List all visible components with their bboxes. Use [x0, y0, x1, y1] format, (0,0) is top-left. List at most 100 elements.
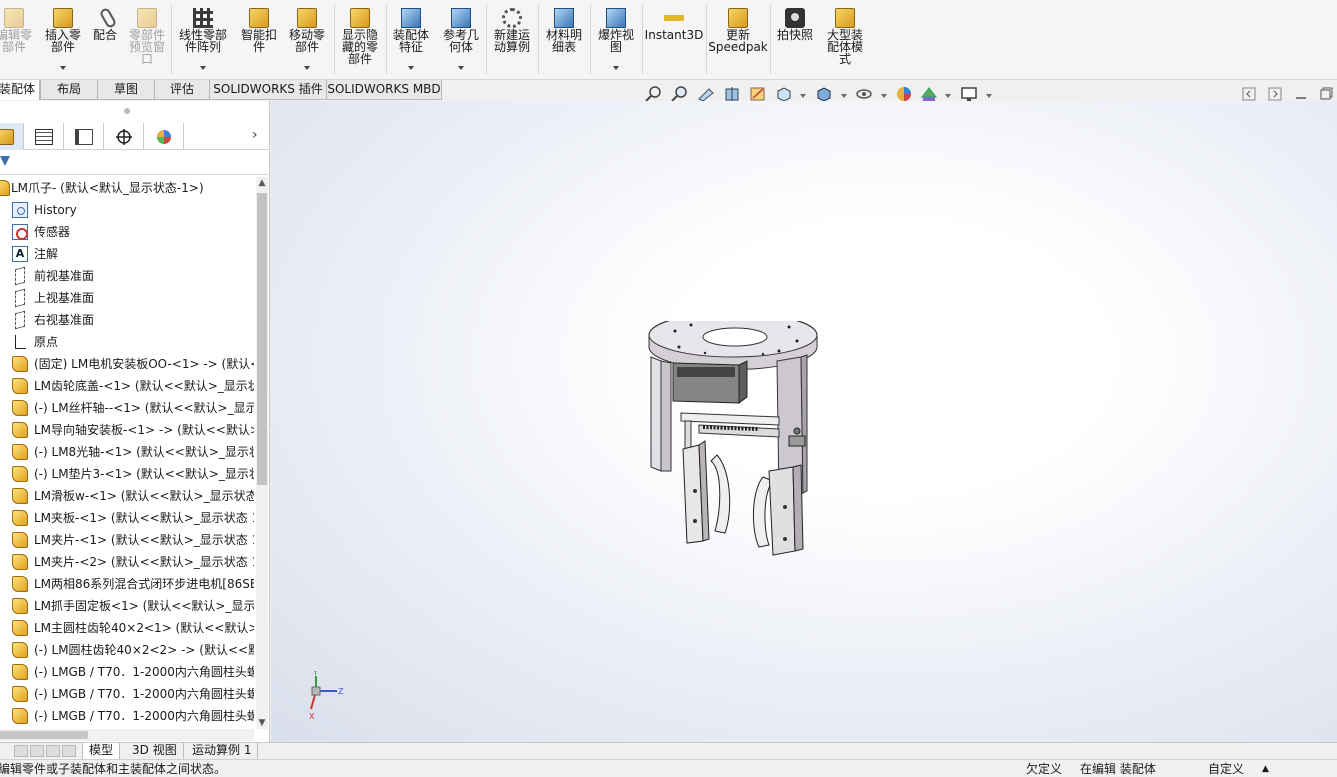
tree-item-top-plane[interactable]: 上视基准面: [0, 287, 254, 309]
take-snapshot-icon: [785, 8, 805, 28]
tree-item-component[interactable]: (-) LMGB / T70．1-2000内六角圆柱头螺: [0, 683, 254, 705]
tree-vertical-scrollbar[interactable]: ▲ ▼: [256, 177, 268, 729]
filter-icon[interactable]: [0, 156, 10, 166]
new-motion-study-button[interactable]: 新建运 动算例: [488, 2, 536, 76]
exploded-view-button[interactable]: 爆炸视 图: [592, 2, 640, 76]
first-tab-icon[interactable]: [14, 745, 28, 757]
component-preview-button[interactable]: 零部件 预览窗 口: [124, 2, 170, 76]
filter-bar[interactable]: [0, 151, 268, 175]
tree-item-component[interactable]: (-) LM8光轴-<1> (默认<<默认>_显示状: [0, 441, 254, 463]
tree-item-component[interactable]: LM主圆柱齿轮40×2<1> (默认<<默认>_: [0, 617, 254, 639]
tree-item-component[interactable]: (-) LM圆柱齿轮40×2<2> -> (默认<<默i: [0, 639, 254, 661]
scroll-down-icon[interactable]: ▼: [257, 718, 267, 728]
tree-item-component[interactable]: (-) LMGB / T70．1-2000内六角圆柱头螺: [0, 705, 254, 727]
tree-item-component[interactable]: LM夹片-<2> (默认<<默认>_显示状态 1: [0, 551, 254, 573]
chevron-down-icon[interactable]: [408, 66, 414, 70]
tree-item-component[interactable]: LM两相86系列混合式闭环步进电机[86SB: [0, 573, 254, 595]
tree-item-right-plane[interactable]: 右视基准面: [0, 309, 254, 331]
move-component-button[interactable]: 移动零 部件: [284, 2, 330, 76]
part-icon: [12, 554, 28, 570]
insert-component-button[interactable]: 插入零 部件: [40, 2, 86, 76]
tab-featuremanager[interactable]: [0, 123, 24, 150]
tab-sketch[interactable]: 草图: [97, 80, 155, 100]
chevron-down-icon[interactable]: [986, 94, 992, 98]
tab-assembly[interactable]: 装配体: [0, 80, 40, 100]
part-icon: [12, 510, 28, 526]
assembly-features-button[interactable]: 装配体 特征: [388, 2, 434, 76]
tree-item-component[interactable]: LM夹片-<1> (默认<<默认>_显示状态 1: [0, 529, 254, 551]
bottom-tab-bar: 模型 3D 视图 运动算例 1: [0, 742, 1337, 759]
chevron-down-icon[interactable]: [613, 66, 619, 70]
edit-component-button[interactable]: 编辑零 部件: [0, 2, 34, 76]
chevron-down-icon[interactable]: [945, 94, 951, 98]
chevron-down-icon[interactable]: [800, 94, 806, 98]
tab-motion-study[interactable]: 运动算例 1: [186, 743, 259, 759]
take-snapshot-button[interactable]: 拍快照: [772, 2, 818, 76]
tree-item-component[interactable]: LM滑板w-<1> (默认<<默认>_显示状态: [0, 485, 254, 507]
smart-fasteners-button[interactable]: 智能扣 件: [236, 2, 282, 76]
chevron-up-icon[interactable]: ▲: [1262, 760, 1269, 777]
tree-item-component[interactable]: LM夹板-<1> (默认<<默认>_显示状态 1: [0, 507, 254, 529]
show-hidden-components-button[interactable]: 显示隐 藏的零 部件: [336, 2, 384, 76]
tab-model[interactable]: 模型: [82, 743, 121, 759]
scrollbar-thumb[interactable]: [257, 193, 267, 485]
chevron-down-icon[interactable]: [304, 66, 310, 70]
tree-item-component[interactable]: (固定) LM电机安装板OO-<1> -> (默认<: [0, 353, 254, 375]
last-tab-icon[interactable]: [62, 745, 76, 757]
chevron-down-icon[interactable]: [458, 66, 464, 70]
status-units[interactable]: 自定义: [1208, 760, 1244, 777]
next-tab-icon[interactable]: [46, 745, 60, 757]
chevron-down-icon[interactable]: [200, 66, 206, 70]
linear-pattern-button[interactable]: 线性零部 件阵列: [174, 2, 232, 76]
tab-propertymanager[interactable]: [24, 123, 64, 150]
tab-3d-view[interactable]: 3D 视图: [126, 743, 184, 759]
chevron-down-icon[interactable]: [841, 94, 847, 98]
tab-displaymanager[interactable]: [144, 123, 184, 150]
tab-solidworks-mbd[interactable]: SOLIDWORKS MBD: [326, 80, 442, 100]
tree-horizontal-scrollbar[interactable]: [0, 729, 254, 741]
gripper-assembly-model[interactable]: [639, 321, 823, 561]
tree-item-origin[interactable]: 原点: [0, 331, 254, 353]
chevron-down-icon[interactable]: [881, 94, 887, 98]
smart-fasteners-icon: [249, 8, 269, 28]
large-assembly-mode-button[interactable]: 大型装 配体模 式: [820, 2, 870, 76]
chevron-right-icon[interactable]: ›: [252, 127, 258, 143]
tab-dimxpertmanager[interactable]: [104, 123, 144, 150]
tab-evaluate[interactable]: 评估: [154, 80, 210, 100]
mate-button[interactable]: 配合: [88, 2, 122, 76]
tree-item-component[interactable]: (-) LM垫片3-<1> (默认<<默认>_显示状: [0, 463, 254, 485]
tree-item-component[interactable]: LM齿轮底盖-<1> (默认<<默认>_显示状: [0, 375, 254, 397]
tree-item-annotations[interactable]: A 注解: [0, 243, 254, 265]
reference-geometry-button[interactable]: 参考几 何体: [438, 2, 484, 76]
ribbon-separator: [770, 4, 771, 74]
tree-item-front-plane[interactable]: 前视基准面: [0, 265, 254, 287]
tree-item-component[interactable]: (-) LMGB / T70．1-2000内六角圆柱头螺: [0, 661, 254, 683]
chevron-down-icon[interactable]: [60, 66, 66, 70]
part-icon: [12, 686, 28, 702]
tree-root-assembly[interactable]: LM爪子- (默认<默认_显示状态-1>): [0, 177, 254, 199]
tree-item-component[interactable]: (-) LM丝杆轴--<1> (默认<<默认>_显示:: [0, 397, 254, 419]
tab-layout[interactable]: 布局: [40, 80, 98, 100]
bill-of-materials-button[interactable]: 材料明 细表: [540, 2, 588, 76]
tree-item-history[interactable]: History: [0, 199, 254, 221]
ribbon-separator: [171, 4, 172, 74]
tree-item-component[interactable]: LM抓手固定板<1> (默认<<默认>_显示ҳ: [0, 595, 254, 617]
panel-grip[interactable]: [124, 108, 130, 114]
tab-configurationmanager[interactable]: [64, 123, 104, 150]
previous-tab-icon[interactable]: [30, 745, 44, 757]
part-icon: [12, 532, 28, 548]
graphics-area[interactable]: Y Z X: [271, 101, 1337, 742]
triad-y-label: Y: [312, 671, 318, 677]
part-icon: [12, 466, 28, 482]
move-component-icon: [297, 8, 317, 28]
tree-item-sensors[interactable]: 传感器: [0, 221, 254, 243]
ribbon-separator: [642, 4, 643, 74]
scroll-up-icon[interactable]: ▲: [257, 178, 267, 188]
tab-solidworks-addins[interactable]: SOLIDWORKS 插件: [209, 80, 327, 100]
sensors-icon: [12, 224, 28, 240]
tree-item-component[interactable]: LM导向轴安装板-<1> -> (默认<<默认>_: [0, 419, 254, 441]
scrollbar-thumb[interactable]: [0, 731, 88, 739]
update-speedpak-button[interactable]: 更新 Speedpak: [708, 2, 768, 76]
part-icon: [12, 576, 28, 592]
instant3d-button[interactable]: Instant3D: [644, 2, 704, 76]
